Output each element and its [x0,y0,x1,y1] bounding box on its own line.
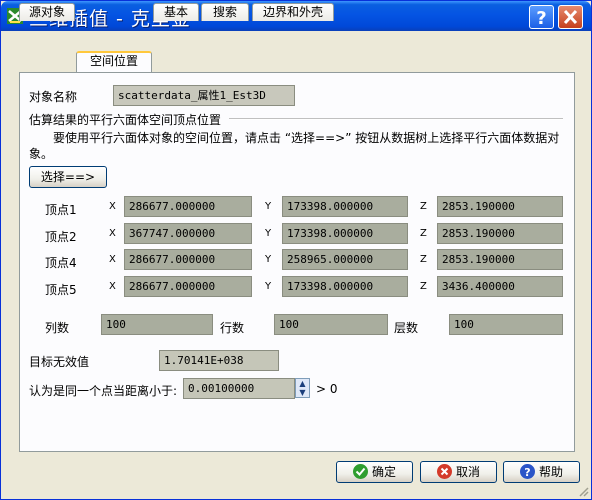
hint-text-line2: 象。 [29,147,54,161]
rows-input[interactable]: 100 [274,314,388,335]
help-button[interactable]: ? 帮助 [503,461,580,483]
vertex-x-input[interactable]: 367747.000000 [124,223,252,244]
vertex-z-input[interactable]: 2853.190000 [437,196,563,217]
y-axis-label: Y [265,201,272,212]
section-title: 估算结果的平行六面体空间顶点位置 [29,113,222,127]
object-name-label: 对象名称 [29,90,78,104]
help-icon: ? [519,464,535,479]
x-axis-label: X [109,254,116,265]
select-button[interactable]: 选择==> [29,166,107,188]
check-icon [352,464,368,479]
vertex-x-input[interactable]: 286677.000000 [124,196,252,217]
dialog-window: 三维插值 - 克里金 ? 源对象 空间位置 基本 搜索 边界和外壳 对象名称 s… [0,0,592,500]
vertex-label: 顶点2 [45,230,77,244]
y-axis-label: Y [265,281,272,292]
tolerance-label: 认为是同一个点当距离小于: [29,384,178,398]
svg-text:?: ? [536,8,546,28]
spin-up-icon[interactable]: ▲ [296,379,309,388]
x-axis-label: X [109,228,116,239]
tab-spatial-position[interactable]: 空间位置 [76,51,152,72]
tolerance-input[interactable]: 0.00100000 [183,378,295,399]
resize-grip-icon[interactable] [577,485,589,497]
vertex-x-input[interactable]: 286677.000000 [124,276,252,297]
nodata-label: 目标无效值 [29,355,90,369]
help-button-label: 帮助 [538,465,563,479]
vertex-label: 顶点4 [45,256,77,270]
question-icon: ? [536,8,546,28]
vertex-label: 顶点1 [45,203,77,217]
spin-down-icon[interactable]: ▼ [296,388,309,397]
vertex-y-input[interactable]: 173398.000000 [282,223,408,244]
tolerance-spinner[interactable]: ▲ ▼ [295,378,310,398]
ok-button-label: 确定 [371,465,396,479]
section-divider [229,118,563,120]
vertex-label: 顶点5 [45,283,77,297]
help-title-button[interactable]: ? [529,5,554,29]
tab-basic[interactable]: 基本 [153,3,199,21]
vertex-y-input[interactable]: 258965.000000 [282,249,408,270]
vertex-z-input[interactable]: 3436.400000 [437,276,563,297]
svg-text:?: ? [524,466,530,479]
z-axis-label: Z [420,228,427,239]
columns-input[interactable]: 100 [101,314,213,335]
object-name-input[interactable]: scatterdata_属性1_Est3D [113,85,295,106]
rows-label: 行数 [220,321,245,335]
y-axis-label: Y [265,228,272,239]
vertex-x-input[interactable]: 286677.000000 [124,249,252,270]
layers-label: 层数 [394,321,419,335]
layers-input[interactable]: 100 [449,314,563,335]
ok-button[interactable]: 确定 [336,461,413,483]
hint-text-line1: 要使用平行六面体对象的空间位置，请点击 “选择==>” 按钮从数据树上选择平行六… [53,131,560,145]
close-button[interactable] [558,5,583,29]
vertex-z-input[interactable]: 2853.190000 [437,223,563,244]
vertex-y-input[interactable]: 173398.000000 [282,196,408,217]
z-axis-label: Z [420,254,427,265]
tab-boundary[interactable]: 边界和外壳 [252,3,334,21]
cancel-icon [436,464,452,479]
tolerance-suffix: > 0 [316,382,338,396]
cancel-button-label: 取消 [455,465,480,479]
columns-label: 列数 [45,321,70,335]
x-axis-label: X [109,281,116,292]
nodata-input[interactable]: 1.70141E+038 [159,350,279,371]
x-axis-label: X [109,201,116,212]
close-icon [563,9,578,25]
y-axis-label: Y [265,254,272,265]
vertex-z-input[interactable]: 2853.190000 [437,249,563,270]
cancel-button[interactable]: 取消 [420,461,497,483]
z-axis-label: Z [420,201,427,212]
z-axis-label: Z [420,281,427,292]
vertex-y-input[interactable]: 173398.000000 [282,276,408,297]
tab-source[interactable]: 源对象 [19,3,75,21]
tab-search[interactable]: 搜索 [201,3,249,21]
